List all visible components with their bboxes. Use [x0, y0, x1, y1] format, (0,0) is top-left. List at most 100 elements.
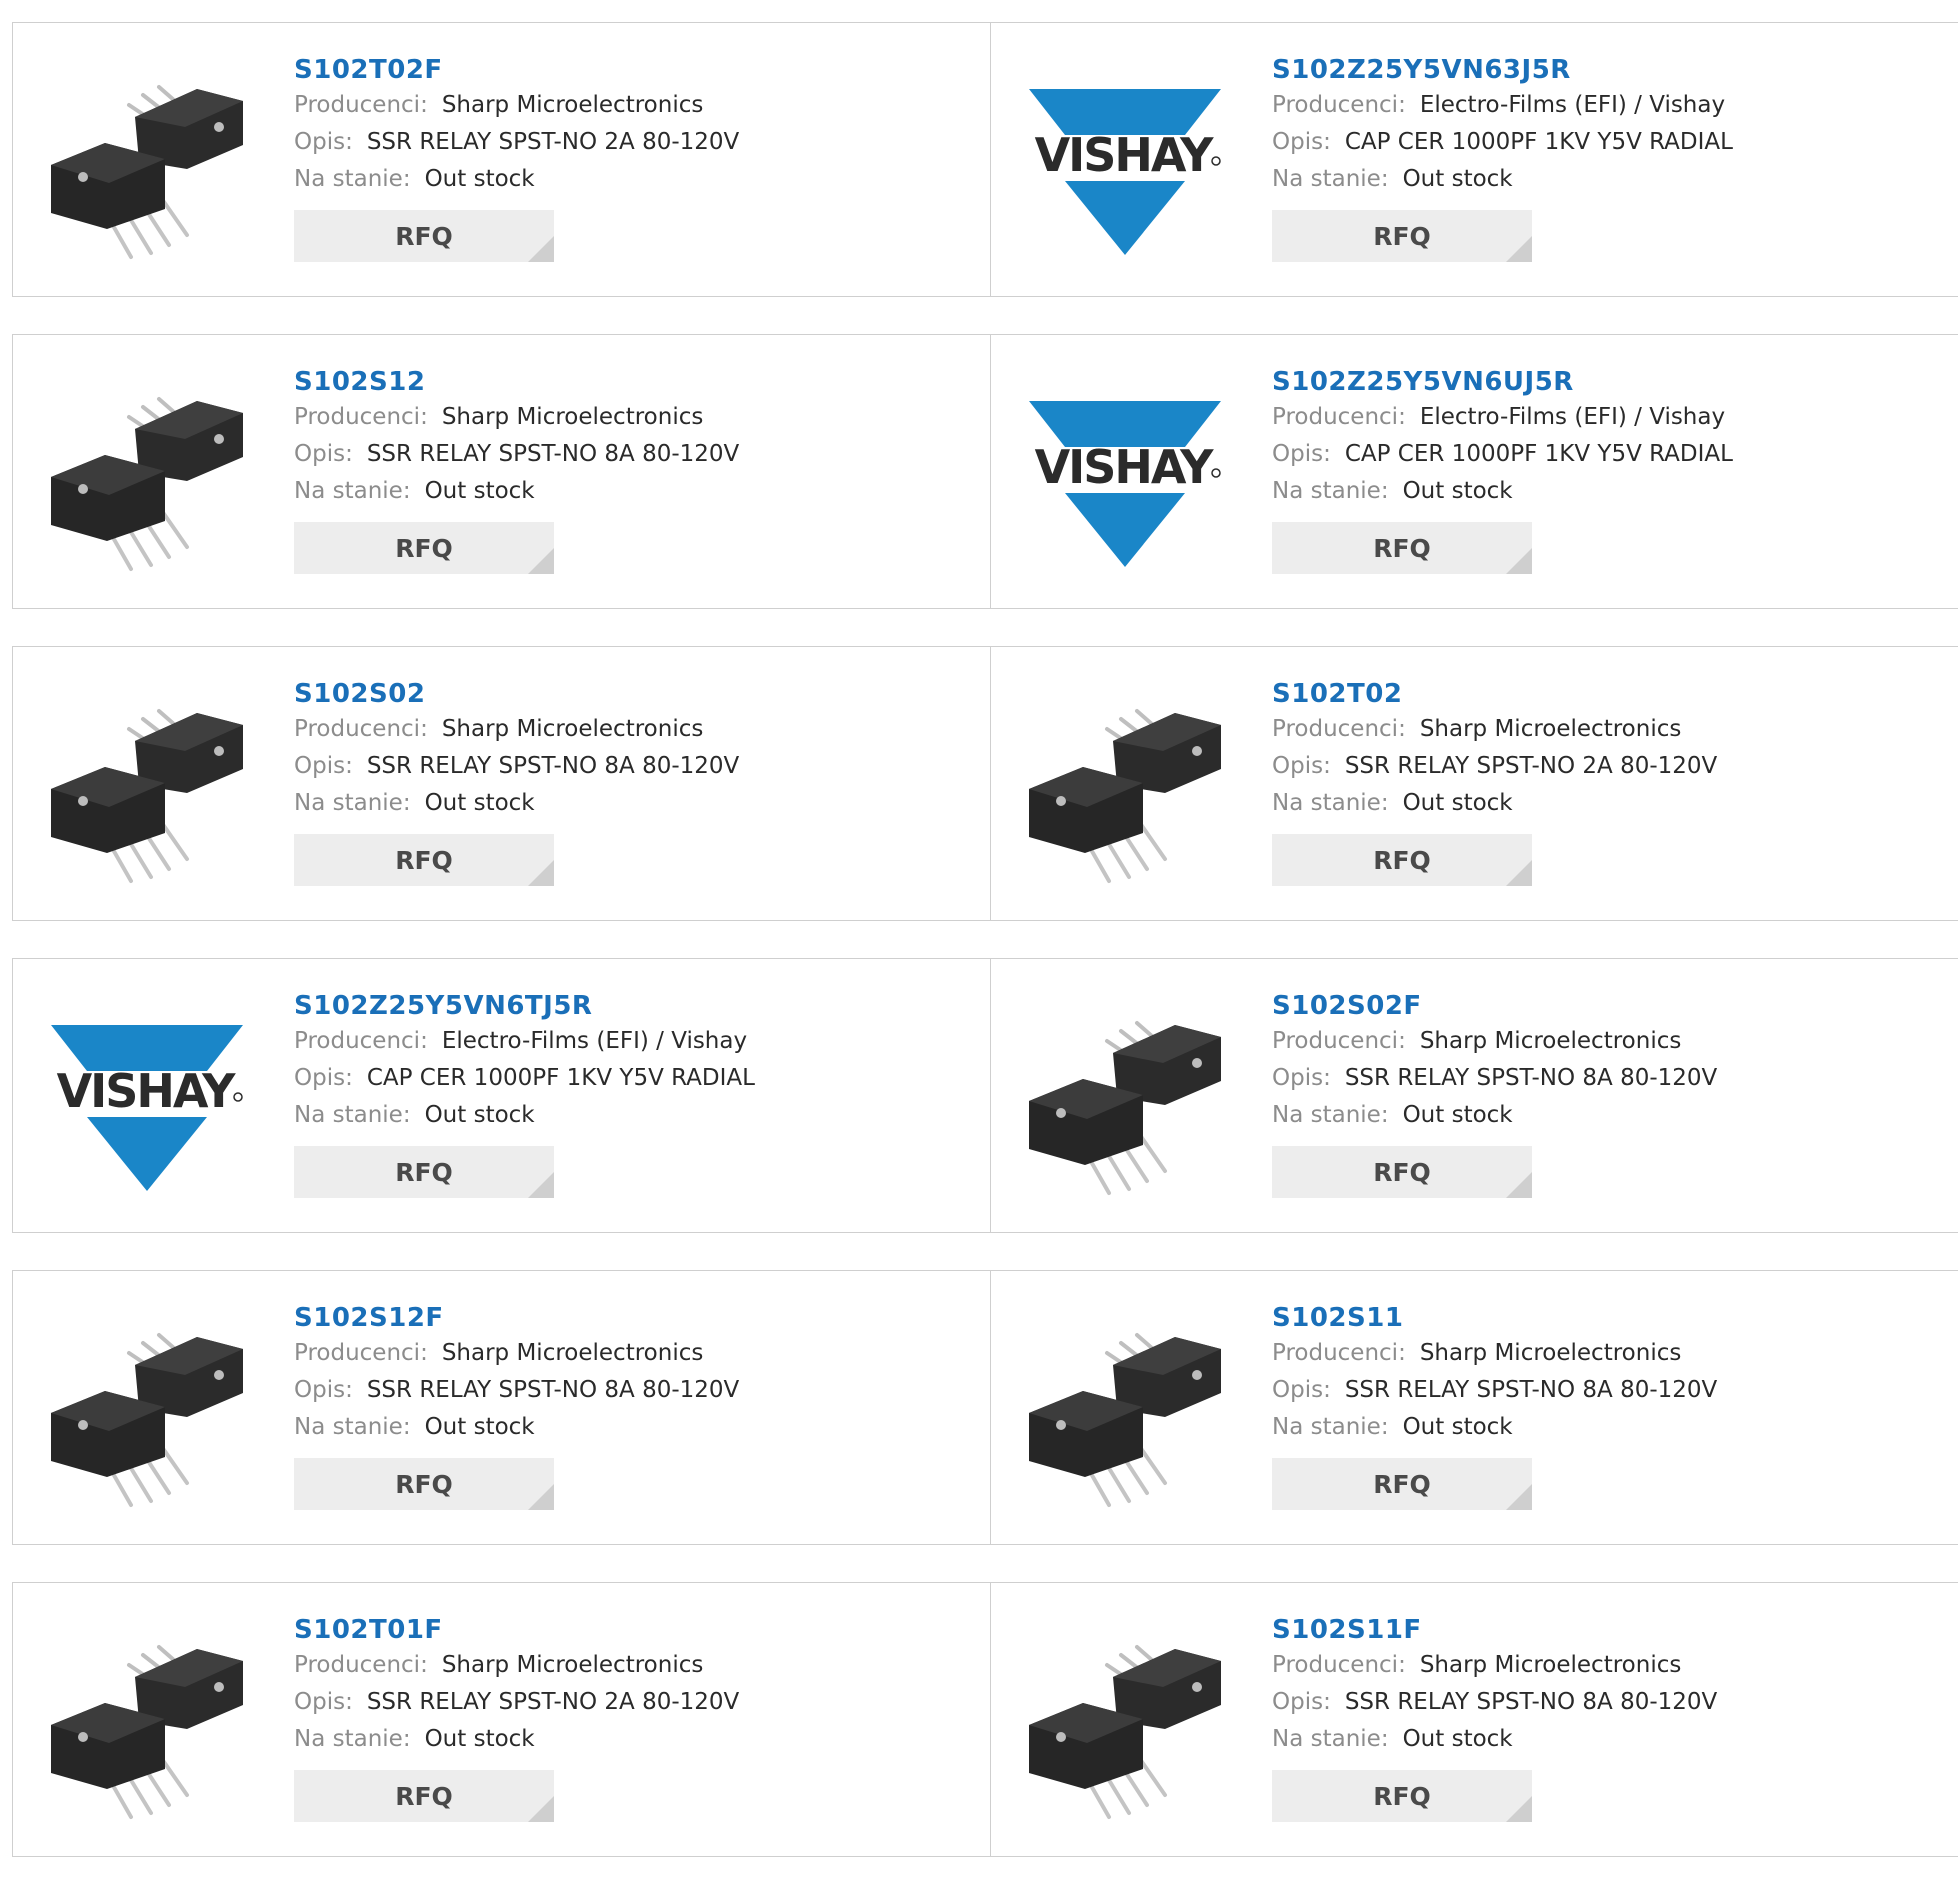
stock-row: Na stanie: Out stock — [294, 785, 739, 822]
corner-triangle-icon — [528, 1172, 554, 1198]
part-number-link[interactable]: S102S12 — [294, 365, 739, 399]
product-image[interactable]: VISHAY — [1025, 377, 1225, 577]
corner-triangle-icon — [528, 236, 554, 262]
relay-package-icon — [51, 1333, 243, 1507]
product-image[interactable]: VISHAY — [47, 1001, 247, 1201]
producer-row: Producenci: Electro-Films (EFI) / Vishay — [1272, 399, 1733, 436]
rfq-button[interactable]: RFQ — [1272, 1458, 1532, 1510]
producer-label: Producenci: — [1272, 1652, 1406, 1678]
part-number-link[interactable]: S102S02 — [294, 677, 739, 711]
description-value: CAP CER 1000PF 1KV Y5V RADIAL — [1344, 441, 1733, 467]
producer-label: Producenci: — [1272, 1340, 1406, 1366]
part-number-link[interactable]: S102Z25Y5VN6TJ5R — [294, 989, 755, 1023]
part-number-link[interactable]: S102S11F — [1272, 1613, 1717, 1647]
rfq-button-label: RFQ — [395, 1469, 453, 1499]
stock-row: Na stanie: Out stock — [1272, 785, 1717, 822]
producer-row: Producenci: Electro-Films (EFI) / Vishay — [294, 1023, 755, 1060]
corner-triangle-icon — [1506, 1484, 1532, 1510]
product-image[interactable] — [47, 65, 247, 265]
stock-label: Na stanie: — [1272, 1102, 1389, 1128]
rfq-button-label: RFQ — [1373, 845, 1431, 875]
description-value: SSR RELAY SPST-NO 2A 80-120V — [366, 129, 740, 155]
part-number-link[interactable]: S102S11 — [1272, 1301, 1717, 1335]
stock-row: Na stanie: Out stock — [1272, 1097, 1717, 1134]
description-row: Opis: SSR RELAY SPST-NO 2A 80-120V — [1272, 748, 1717, 785]
product-image[interactable]: VISHAY — [1025, 65, 1225, 265]
part-number-link[interactable]: S102S02F — [1272, 989, 1717, 1023]
rfq-button-label: RFQ — [395, 1157, 453, 1187]
description-value: SSR RELAY SPST-NO 2A 80-120V — [1344, 753, 1718, 779]
product-card: S102S12F Producenci: Sharp Microelectroni… — [12, 1270, 991, 1545]
rfq-button[interactable]: RFQ — [294, 834, 554, 886]
description-value: CAP CER 1000PF 1KV Y5V RADIAL — [366, 1065, 755, 1091]
stock-row: Na stanie: Out stock — [294, 161, 739, 198]
corner-triangle-icon — [1506, 1796, 1532, 1822]
svg-text:VISHAY: VISHAY — [57, 1064, 237, 1118]
rfq-button-label: RFQ — [395, 1781, 453, 1811]
product-info: S102T02 Producenci: Sharp Microelectronic… — [1272, 677, 1717, 886]
rfq-button[interactable]: RFQ — [1272, 522, 1532, 574]
producer-value: Electro-Films (EFI) / Vishay — [441, 1028, 748, 1054]
description-row: Opis: SSR RELAY SPST-NO 8A 80-120V — [294, 436, 739, 473]
producer-value: Electro-Films (EFI) / Vishay — [1419, 92, 1726, 118]
rfq-button[interactable]: RFQ — [294, 1770, 554, 1822]
product-info: S102S12F Producenci: Sharp Microelectroni… — [294, 1301, 739, 1510]
product-grid: S102T02F Producenci: Sharp Microelectroni… — [12, 22, 1958, 1894]
product-info: S102S02 Producenci: Sharp Microelectronic… — [294, 677, 739, 886]
description-value: SSR RELAY SPST-NO 8A 80-120V — [1344, 1689, 1718, 1715]
stock-label: Na stanie: — [294, 478, 411, 504]
rfq-button[interactable]: RFQ — [294, 210, 554, 262]
stock-row: Na stanie: Out stock — [294, 1721, 739, 1758]
stock-value: Out stock — [424, 1414, 535, 1440]
rfq-button[interactable]: RFQ — [1272, 1770, 1532, 1822]
relay-package-icon — [51, 397, 243, 571]
description-label: Opis: — [1272, 753, 1331, 779]
vishay-logo: VISHAY — [1029, 401, 1221, 567]
product-card: VISHAY S102Z25Y5VN6UJ5R Producenci: Elect… — [991, 334, 1958, 609]
product-image[interactable] — [1025, 1001, 1225, 1201]
product-image[interactable] — [1025, 1625, 1225, 1825]
part-number-link[interactable]: S102S12F — [294, 1301, 739, 1335]
producer-label: Producenci: — [1272, 1028, 1406, 1054]
rfq-button[interactable]: RFQ — [294, 522, 554, 574]
producer-value: Sharp Microelectronics — [1419, 716, 1682, 742]
part-number-link[interactable]: S102T01F — [294, 1613, 739, 1647]
description-row: Opis: CAP CER 1000PF 1KV Y5V RADIAL — [294, 1060, 755, 1097]
stock-value: Out stock — [1402, 1102, 1513, 1128]
producer-value: Sharp Microelectronics — [1419, 1028, 1682, 1054]
stock-row: Na stanie: Out stock — [294, 1097, 755, 1134]
rfq-button[interactable]: RFQ — [1272, 210, 1532, 262]
svg-text:VISHAY: VISHAY — [1035, 128, 1215, 182]
stock-value: Out stock — [424, 1102, 535, 1128]
description-value: SSR RELAY SPST-NO 8A 80-120V — [366, 441, 740, 467]
corner-triangle-icon — [528, 860, 554, 886]
rfq-button[interactable]: RFQ — [1272, 834, 1532, 886]
product-image[interactable] — [47, 689, 247, 889]
producer-value: Sharp Microelectronics — [441, 92, 704, 118]
stock-row: Na stanie: Out stock — [1272, 1409, 1717, 1446]
product-card: S102S11F Producenci: Sharp Microelectroni… — [991, 1582, 1958, 1857]
product-image[interactable] — [1025, 1313, 1225, 1513]
description-row: Opis: SSR RELAY SPST-NO 8A 80-120V — [294, 748, 739, 785]
product-row: S102T01F Producenci: Sharp Microelectroni… — [12, 1582, 1958, 1857]
stock-value: Out stock — [424, 478, 535, 504]
rfq-button[interactable]: RFQ — [294, 1458, 554, 1510]
corner-triangle-icon — [528, 1484, 554, 1510]
producer-value: Sharp Microelectronics — [1419, 1340, 1682, 1366]
product-image[interactable] — [47, 1313, 247, 1513]
product-image[interactable] — [47, 377, 247, 577]
part-number-link[interactable]: S102Z25Y5VN6UJ5R — [1272, 365, 1733, 399]
corner-triangle-icon — [1506, 860, 1532, 886]
producer-label: Producenci: — [1272, 716, 1406, 742]
product-image[interactable] — [47, 1625, 247, 1825]
rfq-button[interactable]: RFQ — [294, 1146, 554, 1198]
product-row: S102S12F Producenci: Sharp Microelectroni… — [12, 1270, 1958, 1545]
part-number-link[interactable]: S102T02F — [294, 53, 739, 87]
stock-value: Out stock — [1402, 166, 1513, 192]
stock-label: Na stanie: — [294, 1726, 411, 1752]
part-number-link[interactable]: S102Z25Y5VN63J5R — [1272, 53, 1733, 87]
rfq-button[interactable]: RFQ — [1272, 1146, 1532, 1198]
part-number-link[interactable]: S102T02 — [1272, 677, 1717, 711]
producer-label: Producenci: — [1272, 92, 1406, 118]
product-image[interactable] — [1025, 689, 1225, 889]
